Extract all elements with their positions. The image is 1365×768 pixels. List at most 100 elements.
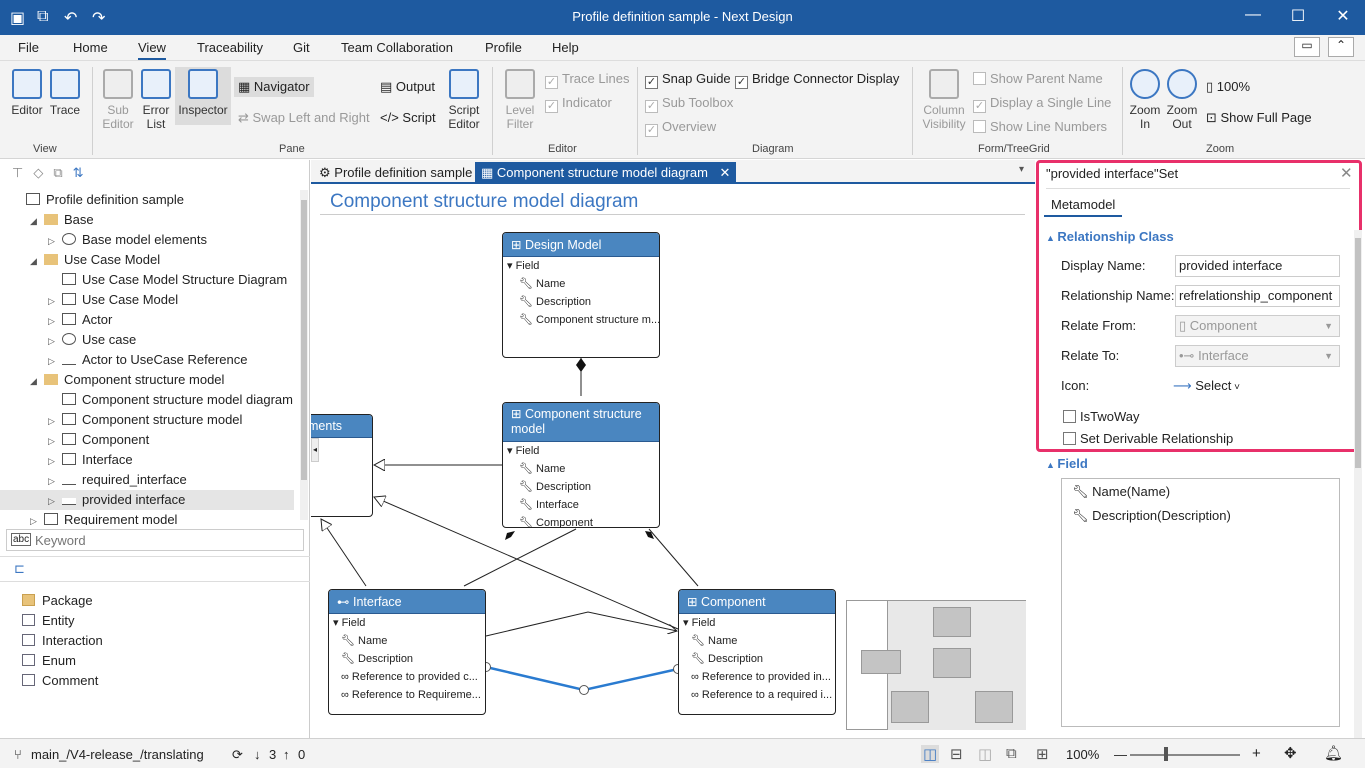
overview-toggle-icon[interactable]: ⧉: [1006, 745, 1017, 762]
column-visibility-button[interactable]: Column Visibility: [918, 69, 970, 131]
zoom-out-icon[interactable]: —: [1114, 747, 1127, 762]
close-tab-icon[interactable]: ✕: [720, 165, 731, 180]
zoom-out-button[interactable]: Zoom Out: [1165, 69, 1199, 131]
collapse-left-icon[interactable]: ◂: [311, 438, 319, 462]
indicator-checkbox[interactable]: ✓ Indicator: [545, 95, 612, 113]
zoom-in-button[interactable]: Zoom In: [1128, 69, 1162, 131]
navigator-button[interactable]: ▦ Navigator: [234, 77, 314, 97]
expand-icon[interactable]: ▷: [48, 451, 62, 471]
collapse-ribbon-icon[interactable]: ⌃: [1328, 37, 1354, 57]
show-full-page-button[interactable]: ⊡ Show Full Page: [1206, 110, 1312, 126]
sub-editor-button[interactable]: Sub Editor: [100, 69, 136, 131]
tree-item[interactable]: ▷ Requirement model: [0, 510, 294, 525]
palette-item[interactable]: Enum: [22, 651, 76, 671]
error-list-button[interactable]: Error List: [138, 69, 174, 131]
single-line-checkbox[interactable]: ✓ Display a Single Line: [973, 95, 1111, 113]
tree-item[interactable]: ▷ Actor: [0, 310, 294, 330]
icon-select-button[interactable]: ⟶ Select ˅: [1173, 378, 1240, 394]
node-interface[interactable]: ⊷ Interface ▾ Field 🔧︎ Name 🔧︎ Descripti…: [328, 589, 486, 715]
expand-icon[interactable]: ▷: [48, 311, 62, 331]
fit-icon[interactable]: ⊞: [1036, 745, 1049, 763]
layout-split-h-icon[interactable]: ⊟: [950, 745, 963, 763]
inspector-button[interactable]: Inspector: [175, 67, 231, 125]
expand-icon[interactable]: ▷: [48, 291, 62, 311]
handle[interactable]: [579, 685, 589, 695]
expand-icon[interactable]: ▷: [48, 331, 62, 351]
tree-item[interactable]: ▷ provided interface: [0, 490, 294, 510]
node-component[interactable]: ⊞ Component ▾ Field 🔧︎ Name 🔧︎ Descripti…: [678, 589, 836, 715]
tree-item[interactable]: ▷ Use Case Model: [0, 290, 294, 310]
sub-toolbox-checkbox[interactable]: ✓ Sub Toolbox: [645, 95, 733, 113]
palette-item[interactable]: Comment: [22, 671, 98, 691]
editor-button[interactable]: Editor: [8, 69, 46, 117]
tab-profile-definition[interactable]: ⚙ Profile definition sample: [313, 162, 478, 184]
tree-item[interactable]: ▷ Interface: [0, 450, 294, 470]
section-relationship-class[interactable]: ▲ Relationship Class: [1046, 229, 1174, 244]
inspector-scrollbar[interactable]: [1354, 230, 1362, 738]
swap-button[interactable]: ⇄ Swap Left and Right: [238, 110, 370, 126]
zoom-slider-thumb[interactable]: [1164, 747, 1168, 761]
expand-icon[interactable]: ◢: [30, 371, 44, 391]
expand-icon[interactable]: ▷: [48, 471, 62, 491]
generalization-line[interactable]: [321, 519, 367, 587]
tab-dropdown-icon[interactable]: ▾: [1019, 164, 1024, 175]
expand-icon[interactable]: ▷: [48, 431, 62, 451]
tree-item[interactable]: Component structure model diagram: [0, 390, 294, 410]
expand-icon[interactable]: ◢: [30, 251, 44, 271]
tree-item[interactable]: ▷ Component structure model: [0, 410, 294, 430]
tree-item[interactable]: ▷ required_interface: [0, 470, 294, 490]
relate-to-select[interactable]: •⊸ Interface ▼: [1175, 345, 1340, 367]
menu-home[interactable]: Home: [73, 40, 108, 55]
menu-git[interactable]: Git: [293, 40, 310, 55]
tree-scrollbar[interactable]: [300, 190, 308, 520]
field-list-item[interactable]: 🔧︎ Name(Name): [1072, 484, 1170, 500]
bell-icon[interactable]: 🔔︎: [1324, 744, 1343, 762]
maximize-icon[interactable]: ☐: [1288, 6, 1308, 26]
field-list-item[interactable]: 🔧︎ Description(Description): [1072, 508, 1231, 524]
menu-profile[interactable]: Profile: [485, 40, 522, 55]
diagram-canvas[interactable]: Component structure model diagram ⊞ Desi…: [311, 184, 1035, 738]
tree-view-icon[interactable]: ⊤: [12, 165, 33, 180]
tree-item[interactable]: Use Case Model Structure Diagram: [0, 270, 294, 290]
display-name-field[interactable]: provided interface: [1175, 255, 1340, 277]
output-button[interactable]: ▤ Output: [380, 79, 435, 95]
sync-icon[interactable]: ⇅: [73, 165, 94, 180]
tab-metamodel[interactable]: Metamodel: [1044, 194, 1123, 217]
branch-name[interactable]: main_/V4-release_/translating: [31, 747, 204, 762]
palette-icon[interactable]: ⊏: [14, 561, 25, 577]
palette-item[interactable]: Entity: [22, 611, 75, 631]
palette-item[interactable]: Interaction: [22, 631, 103, 651]
node-elements[interactable]: ments: [311, 414, 373, 517]
tab-component-diagram[interactable]: ▦ Component structure model diagram ✕: [475, 162, 737, 184]
minimize-icon[interactable]: —: [1243, 6, 1263, 24]
overview-minimap[interactable]: [846, 600, 1026, 730]
relate-from-select[interactable]: ▯ Component ▼: [1175, 315, 1340, 337]
is-two-way-checkbox[interactable]: IsTwoWay: [1063, 409, 1139, 424]
node-component-structure-model[interactable]: ⊞ Component structure model ▾ Field 🔧︎ N…: [502, 402, 660, 528]
tree-item[interactable]: ▷ Actor to UseCase Reference: [0, 350, 294, 370]
menu-traceability[interactable]: Traceability: [197, 40, 263, 55]
copy-icon[interactable]: ⧉: [53, 165, 72, 180]
zoom-slider-track[interactable]: [1130, 754, 1240, 756]
menu-file[interactable]: File: [18, 40, 39, 55]
expand-icon[interactable]: ▷: [48, 411, 62, 431]
show-parent-checkbox[interactable]: Show Parent Name: [973, 71, 1103, 86]
overview-checkbox[interactable]: ✓ Overview: [645, 119, 716, 137]
tree-item[interactable]: ◢ Base: [0, 210, 294, 230]
script-editor-button[interactable]: Script Editor: [445, 69, 483, 131]
zoom-100-button[interactable]: ▯ 100%: [1206, 79, 1250, 95]
zoom-level[interactable]: 100%: [1066, 747, 1099, 762]
menu-team-collaboration[interactable]: Team Collaboration: [341, 40, 453, 55]
zoom-in-icon[interactable]: +: [1252, 745, 1261, 762]
expand-icon[interactable]: ◢: [30, 211, 44, 231]
script-button[interactable]: </> Script: [380, 110, 436, 125]
layout-single-icon[interactable]: ◫: [921, 745, 940, 763]
tree-item[interactable]: ◢ Use Case Model: [0, 250, 294, 270]
tree-item[interactable]: ▷ Base model elements: [0, 230, 294, 250]
menu-help[interactable]: Help: [552, 40, 579, 55]
trace-button[interactable]: Trace: [48, 69, 82, 117]
tree-item[interactable]: Profile definition sample: [0, 190, 294, 210]
tree-item[interactable]: ▷ Component: [0, 430, 294, 450]
layout-split-v-icon[interactable]: ◫: [978, 745, 992, 763]
bridge-connector-checkbox[interactable]: ✓ Bridge Connector Display: [735, 71, 899, 89]
